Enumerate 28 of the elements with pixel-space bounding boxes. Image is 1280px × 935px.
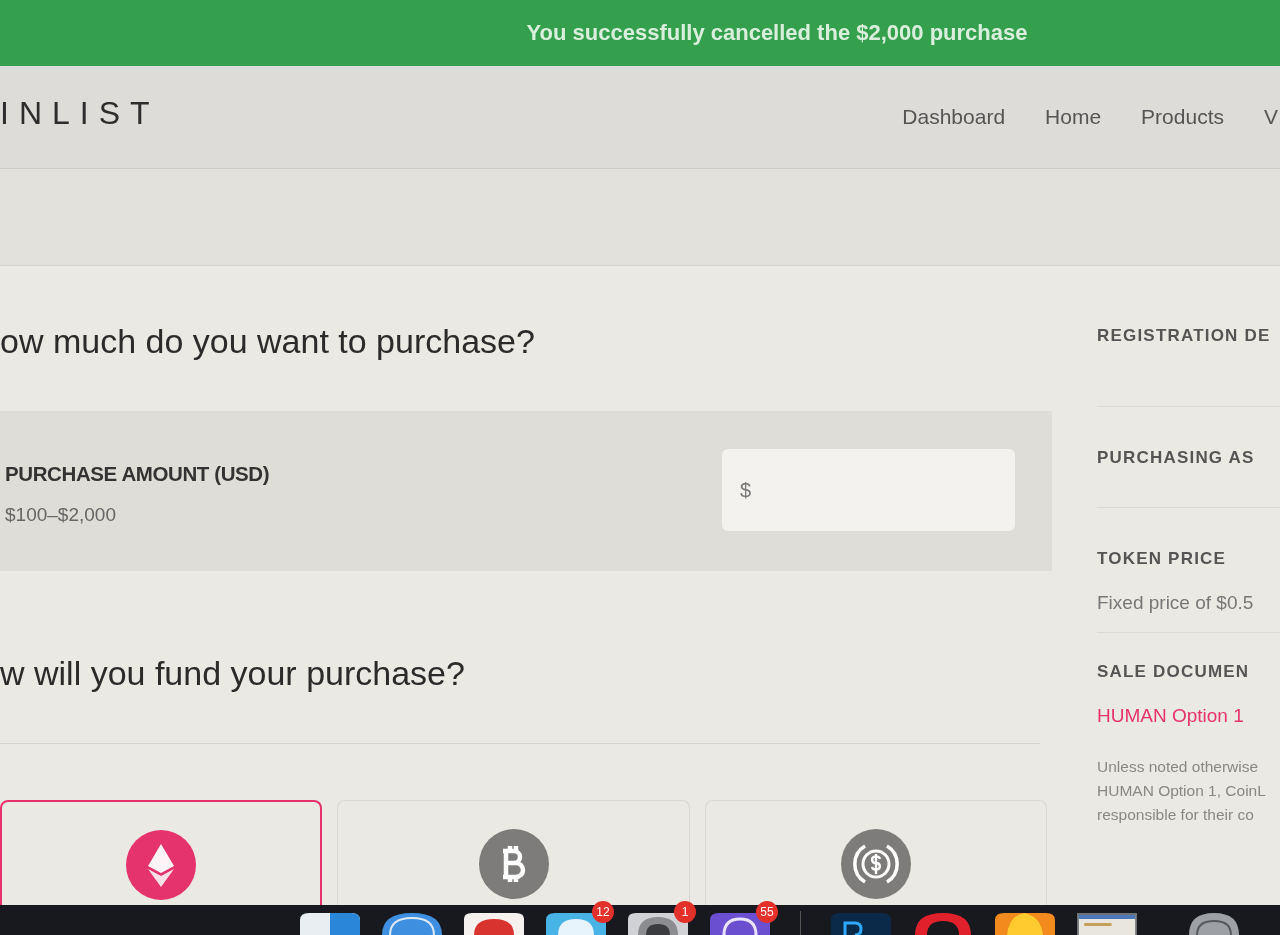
app-icon[interactable] [831,913,891,935]
nav-link[interactable]: Products [1141,105,1224,129]
success-message: You successfully cancelled the $2,000 purchase [526,20,1028,46]
app-icon[interactable] [382,913,442,935]
bitcoin-icon [478,829,549,899]
amount-input-field[interactable]: $ [722,449,1015,531]
window-thumbnail-icon[interactable] [1077,913,1137,935]
document-link[interactable]: HUMAN Option 1 [1097,705,1280,727]
amount-label: PURCHASE AMOUNT (USD) [5,462,270,486]
nav-link[interactable]: Home [1045,105,1102,129]
detail-heading: TOKEN PRICE [1097,548,1228,570]
ethereum-icon [126,830,196,900]
app-icon[interactable] [1189,913,1239,935]
notification-badge: 1 [674,901,696,923]
amount-range: $100–$2,000 [5,504,117,526]
logo-wordmark[interactable]: INLIST [0,94,160,132]
dollar-coin-icon [841,829,911,899]
nav-link[interactable]: V [1264,105,1278,129]
detail-heading: REGISTRATION DE [1097,325,1272,347]
section-heading: ow much do you want to purchase? [0,323,536,359]
token-price-text: Fixed price of $0.5 [1097,592,1255,614]
nav-link[interactable]: Dashboard [902,105,1006,129]
detail-heading: SALE DOCUMEN [1097,661,1251,683]
disclaimer-text: Unless noted otherwise HUMAN Option 1, CoinL responsible for their co [1097,757,1267,825]
notification-badge: 12 [592,901,614,923]
section-heading: w will you fund your purchase? [0,655,466,691]
detail-heading: PURCHASING AS [1097,447,1256,469]
notification-badge: 55 [756,901,778,923]
